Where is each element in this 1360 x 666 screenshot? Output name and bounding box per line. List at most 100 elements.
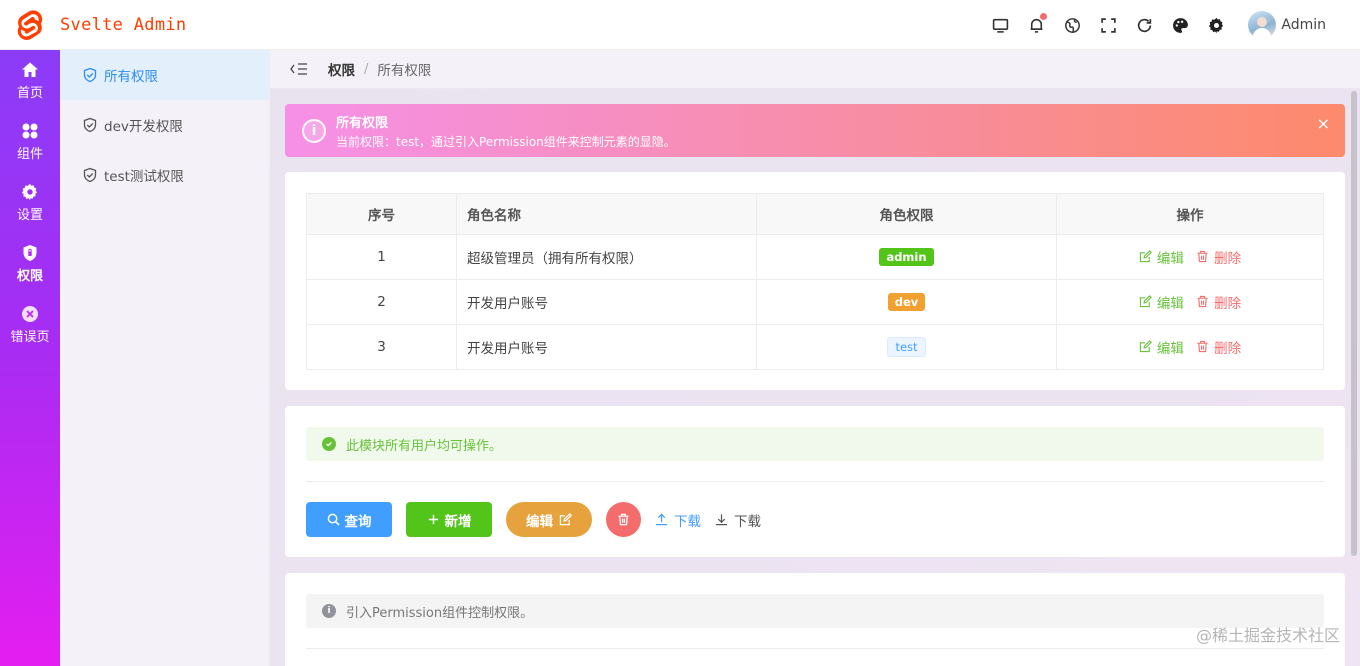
column-header-index: 序号 bbox=[306, 193, 457, 235]
monitor-button[interactable] bbox=[982, 7, 1018, 43]
delete-link[interactable]: 删除 bbox=[1196, 292, 1241, 312]
rail-item-settings[interactable]: 设置 bbox=[0, 172, 60, 233]
error-icon bbox=[22, 305, 38, 322]
search-icon bbox=[327, 513, 340, 526]
rail-item-label: 首页 bbox=[16, 85, 43, 101]
rail-item-permission[interactable]: 权限 bbox=[0, 233, 60, 294]
delete-label: 删除 bbox=[1214, 340, 1242, 357]
fullscreen-button[interactable] bbox=[1090, 7, 1126, 43]
rail-item-label: 设置 bbox=[16, 207, 43, 223]
notification-dot bbox=[1040, 13, 1048, 20]
add-button[interactable]: 新增 bbox=[406, 502, 492, 537]
top-header: Svelte Admin Admin bbox=[0, 0, 1360, 50]
download-link[interactable]: 下载 bbox=[715, 510, 761, 530]
trash-icon bbox=[1197, 251, 1208, 263]
query-label: 查询 bbox=[344, 513, 372, 530]
row-index: 2 bbox=[306, 279, 457, 325]
app-logo[interactable]: Svelte Admin bbox=[0, 9, 270, 41]
edit-label: 编辑 bbox=[1156, 295, 1184, 312]
edit-label: 编辑 bbox=[1156, 250, 1184, 267]
submenu-item-all-permissions[interactable]: 所有权限 bbox=[60, 50, 269, 100]
edit-button[interactable]: 编辑 bbox=[506, 502, 592, 537]
submenu-item-label: 所有权限 bbox=[104, 69, 158, 85]
language-button[interactable] bbox=[1054, 7, 1090, 43]
gear-icon bbox=[1208, 17, 1223, 33]
edit-icon bbox=[1139, 340, 1152, 353]
delete-link[interactable]: 删除 bbox=[1196, 247, 1241, 267]
trash-icon bbox=[1197, 296, 1208, 308]
check-circle-icon bbox=[322, 437, 336, 451]
submenu-item-label: dev开发权限 bbox=[104, 119, 183, 135]
table-row: 1 超级管理员（拥有所有权限） admin 编辑 删除 bbox=[306, 234, 1324, 280]
column-header-role-permission: 角色权限 bbox=[756, 193, 1057, 235]
edit-label: 编辑 bbox=[1156, 340, 1184, 357]
query-button[interactable]: 查询 bbox=[306, 502, 392, 537]
rail-item-home[interactable]: 首页 bbox=[0, 50, 60, 111]
breadcrumb-separator: / bbox=[364, 61, 369, 77]
permission-submenu: 所有权限 dev开发权限 test测试权限 bbox=[60, 50, 270, 666]
divider bbox=[306, 648, 1324, 649]
avatar bbox=[1248, 11, 1277, 39]
delete-label: 删除 bbox=[1214, 250, 1242, 267]
role-permission-cell: dev bbox=[756, 279, 1057, 325]
main-nav-rail: 首页 组件 设置 权限 错误页 bbox=[0, 50, 60, 666]
edit-link[interactable]: 编辑 bbox=[1139, 292, 1184, 312]
shield-icon bbox=[23, 244, 37, 261]
monitor-icon bbox=[992, 18, 1009, 33]
submenu-item-label: test测试权限 bbox=[104, 169, 184, 185]
alert-title: 所有权限 bbox=[336, 116, 389, 131]
main-scrollbar[interactable] bbox=[1351, 91, 1357, 556]
settings-button[interactable] bbox=[1198, 7, 1234, 43]
info-icon: i bbox=[302, 119, 326, 143]
row-index: 1 bbox=[306, 234, 457, 280]
close-icon[interactable]: × bbox=[1317, 114, 1330, 133]
edit-icon bbox=[1139, 250, 1152, 263]
submenu-item-dev-permissions[interactable]: dev开发权限 bbox=[60, 100, 269, 150]
collapse-menu-icon[interactable] bbox=[290, 62, 308, 76]
role-name: 开发用户账号 bbox=[456, 279, 757, 325]
info-icon: i bbox=[322, 604, 336, 618]
table-row: 3 开发用户账号 test 编辑 删除 bbox=[306, 324, 1324, 370]
notice-text: 引入Permission组件控制权限。 bbox=[346, 605, 534, 621]
rail-item-error[interactable]: 错误页 bbox=[0, 294, 60, 355]
table-row: 2 开发用户账号 dev 编辑 删除 bbox=[306, 279, 1324, 325]
user-name: Admin bbox=[1281, 17, 1326, 33]
globe-icon bbox=[1064, 17, 1080, 33]
user-menu[interactable]: Admin bbox=[1248, 11, 1326, 39]
rail-item-components[interactable]: 组件 bbox=[0, 111, 60, 172]
fullscreen-icon bbox=[1101, 17, 1116, 33]
table-header-row: 序号 角色名称 角色权限 操作 bbox=[306, 193, 1324, 235]
submenu-item-test-permissions[interactable]: test测试权限 bbox=[60, 150, 269, 200]
breadcrumb-parent[interactable]: 权限 bbox=[328, 59, 355, 79]
permission-component-notice: i 引入Permission组件控制权限。 bbox=[306, 594, 1324, 628]
actions-card: 此模块所有用户均可操作。 查询 新增 编辑 下载 下载 bbox=[285, 406, 1345, 557]
edit-link[interactable]: 编辑 bbox=[1139, 247, 1184, 267]
svelte-logo-icon bbox=[17, 9, 43, 40]
edit-link[interactable]: 编辑 bbox=[1139, 337, 1184, 357]
divider bbox=[306, 481, 1324, 482]
column-header-actions: 操作 bbox=[1056, 193, 1324, 235]
role-name: 超级管理员（拥有所有权限） bbox=[456, 234, 757, 280]
edit-label: 编辑 bbox=[526, 513, 553, 530]
role-permission-cell: admin bbox=[756, 234, 1057, 280]
header-toolbar: Admin bbox=[982, 0, 1360, 50]
notice-text: 此模块所有用户均可操作。 bbox=[346, 438, 503, 454]
row-index: 3 bbox=[306, 324, 457, 370]
rail-item-label: 组件 bbox=[16, 146, 43, 162]
components-icon bbox=[22, 123, 38, 138]
home-icon bbox=[22, 62, 38, 77]
notifications-button[interactable] bbox=[1018, 7, 1054, 43]
download-label: 下载 bbox=[734, 513, 761, 530]
upload-link[interactable]: 下载 bbox=[655, 510, 701, 530]
theme-button[interactable] bbox=[1162, 7, 1198, 43]
refresh-icon bbox=[1137, 18, 1152, 32]
permission-alert: i 所有权限 当前权限：test，通过引入Permission组件来控制元素的显… bbox=[285, 104, 1345, 157]
alert-description: 当前权限：test，通过引入Permission组件来控制元素的显隐。 bbox=[336, 135, 676, 149]
delete-link[interactable]: 删除 bbox=[1196, 337, 1241, 357]
delete-label: 删除 bbox=[1214, 295, 1242, 312]
upload-label: 下载 bbox=[674, 513, 701, 530]
delete-button[interactable] bbox=[606, 502, 641, 537]
permission-tag: test bbox=[887, 337, 926, 357]
shield-check-icon bbox=[83, 67, 97, 83]
refresh-button[interactable] bbox=[1126, 7, 1162, 43]
